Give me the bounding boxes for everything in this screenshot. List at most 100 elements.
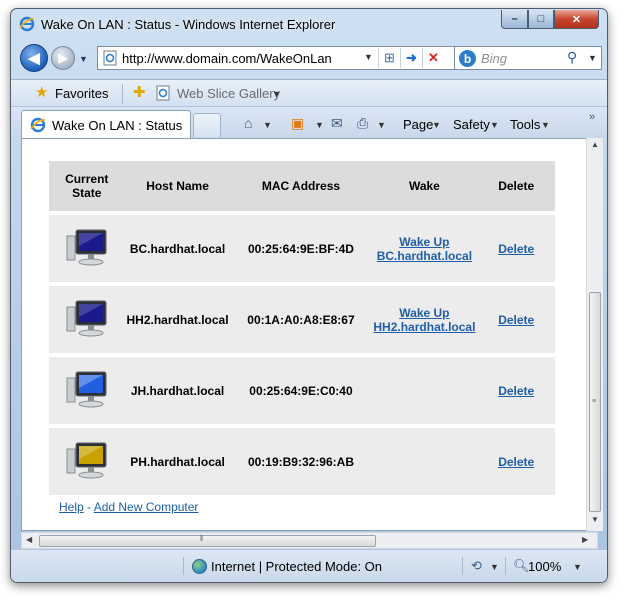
minimize-button[interactable]: – <box>501 10 528 29</box>
page-content: Current State Host Name MAC Address Wake… <box>21 138 598 531</box>
col-delete: Delete <box>477 161 555 211</box>
divider <box>462 557 463 575</box>
vertical-scroll-thumb[interactable]: ≡ <box>589 292 601 512</box>
address-history-dropdown-icon[interactable]: ▼ <box>364 52 373 62</box>
table-row: BC.hardhat.local 00:25:64:9E:BF:4D Wake … <box>49 215 555 282</box>
favorites-star-icon[interactable]: ★ <box>35 85 51 101</box>
horizontal-scrollbar[interactable]: ◀ ⦀ ▶ <box>21 532 598 549</box>
zoom-dropdown-icon[interactable]: ▼ <box>573 562 582 572</box>
internet-zone-globe-icon <box>192 559 207 574</box>
search-icon[interactable]: ⚲ <box>567 49 577 66</box>
address-url[interactable]: http://www.domain.com/WakeOnLan <box>122 51 332 66</box>
footer-separator: - <box>87 500 92 514</box>
wake-up-label[interactable]: Wake Up <box>399 235 449 249</box>
bing-logo-icon: b <box>459 50 476 67</box>
footer-links: Help - Add New Computer <box>59 500 198 514</box>
address-bar[interactable]: http://www.domain.com/WakeOnLan ▼ ⊞ ➜ ✕ <box>97 46 455 70</box>
feeds-dropdown-icon[interactable]: ▼ <box>315 120 324 130</box>
delete-link[interactable]: Delete <box>498 455 534 469</box>
horizontal-scroll-thumb[interactable]: ⦀ <box>39 534 376 547</box>
favorites-button[interactable]: Favorites <box>55 86 108 101</box>
delete-link[interactable]: Delete <box>498 313 534 327</box>
go-arrow-icon[interactable]: ➜ <box>400 48 422 68</box>
ie-page-icon <box>156 85 170 101</box>
grip-icon: ⦀ <box>200 534 204 543</box>
host-name-cell: BC.hardhat.local <box>124 215 231 282</box>
safety-menu-dropdown-icon[interactable]: ▼ <box>490 120 499 130</box>
state-cell <box>49 286 125 353</box>
pop-up-dropdown-icon[interactable]: ▼ <box>490 562 499 572</box>
mac-address-cell: 00:19:B9:32:96:AB <box>230 428 372 495</box>
security-zone-status[interactable]: Internet | Protected Mode: On <box>211 559 382 574</box>
window-title: Wake On LAN : Status - Windows Internet … <box>41 17 336 32</box>
page-menu-dropdown-icon[interactable]: ▼ <box>432 120 441 130</box>
page-menu[interactable]: Page <box>403 117 433 132</box>
host-name-cell: JH.hardhat.local <box>124 357 231 424</box>
tab-wake-on-lan[interactable]: Wake On LAN : Status <box>21 110 191 138</box>
recent-pages-dropdown-icon[interactable]: ▼ <box>79 54 88 64</box>
tools-menu-dropdown-icon[interactable]: ▼ <box>541 120 550 130</box>
feeds-icon[interactable]: ▣ <box>291 115 304 132</box>
wake-up-link[interactable]: Wake Up HH2.hardhat.local <box>373 306 475 334</box>
divider <box>505 557 506 575</box>
scroll-right-arrow-icon[interactable]: ▶ <box>582 535 588 544</box>
delete-link[interactable]: Delete <box>498 384 534 398</box>
print-dropdown-icon[interactable]: ▼ <box>377 120 386 130</box>
help-link[interactable]: Help <box>59 500 84 514</box>
divider <box>122 84 123 104</box>
print-icon[interactable]: ⎙ <box>357 115 368 132</box>
delete-link[interactable]: Delete <box>498 242 534 256</box>
mac-address-cell: 00:25:64:9E:C0:40 <box>230 357 372 424</box>
wake-up-host[interactable]: BC.hardhat.local <box>377 249 472 263</box>
search-placeholder[interactable]: Bing <box>481 51 507 66</box>
search-options-dropdown-icon[interactable]: ▼ <box>588 53 597 63</box>
back-button[interactable]: ◀ <box>20 44 48 72</box>
delete-cell: Delete <box>477 215 555 282</box>
scroll-left-arrow-icon[interactable]: ◀ <box>26 535 32 544</box>
add-new-computer-link[interactable]: Add New Computer <box>94 500 199 514</box>
table-row: HH2.hardhat.local 00:1A:A0:A8:E8:67 Wake… <box>49 286 555 353</box>
favorites-bar: ★ Favorites ✚ Web Slice Gallery ▼ <box>11 79 607 107</box>
divider <box>183 557 184 575</box>
web-slice-dropdown-icon[interactable]: ▼ <box>272 89 281 99</box>
host-name-cell: HH2.hardhat.local <box>124 286 231 353</box>
wake-up-label[interactable]: Wake Up <box>399 306 449 320</box>
navigation-bar: ◀ ▶ ▼ http://www.domain.com/WakeOnLan ▼ … <box>11 42 607 76</box>
close-button[interactable]: ✕ <box>554 10 599 29</box>
mail-icon[interactable]: ✉ <box>331 115 343 132</box>
safety-menu[interactable]: Safety <box>453 117 490 132</box>
table-header-row: Current State Host Name MAC Address Wake… <box>49 161 555 211</box>
vertical-scrollbar[interactable]: ▲ ≡ ▼ <box>586 138 603 531</box>
status-bar: Internet | Protected Mode: On ⟲ ▼ 🔍︎ 100… <box>11 550 607 582</box>
delete-cell: Delete <box>477 286 555 353</box>
col-current-state: Current State <box>49 161 125 211</box>
state-cell <box>49 215 125 282</box>
new-tab-button[interactable] <box>193 113 221 137</box>
compatibility-view-icon[interactable]: ⊞ <box>378 48 400 68</box>
browser-window: Wake On LAN : Status - Windows Internet … <box>10 8 608 583</box>
zoom-level[interactable]: 100% <box>528 559 561 574</box>
home-dropdown-icon[interactable]: ▼ <box>263 120 272 130</box>
maximize-button[interactable]: □ <box>528 10 554 29</box>
title-bar[interactable]: Wake On LAN : Status - Windows Internet … <box>11 9 607 39</box>
more-commands-chevron-icon[interactable]: » <box>589 111 595 123</box>
forward-button[interactable]: ▶ <box>51 46 75 70</box>
web-slice-gallery-link[interactable]: Web Slice Gallery <box>177 86 280 101</box>
scroll-down-arrow-icon[interactable]: ▼ <box>587 515 603 529</box>
table-row: PH.hardhat.local 00:19:B9:32:96:AB Delet… <box>49 428 555 495</box>
col-mac-address: MAC Address <box>230 161 372 211</box>
pop-up-blocker-icon[interactable]: ⟲ <box>471 558 482 574</box>
wake-cell: Wake Up HH2.hardhat.local <box>371 286 478 353</box>
home-icon[interactable]: ⌂ <box>244 115 252 131</box>
search-box[interactable]: b Bing ⚲ ▼ <box>454 46 602 70</box>
tools-menu[interactable]: Tools <box>510 117 540 132</box>
mac-address-cell: 00:25:64:9E:BF:4D <box>230 215 372 282</box>
computer-icon <box>66 371 107 408</box>
wake-up-link[interactable]: Wake Up BC.hardhat.local <box>377 235 472 263</box>
stop-icon[interactable]: ✕ <box>422 48 444 68</box>
add-to-favorites-bar-icon[interactable]: ✚ <box>133 85 146 101</box>
state-cell <box>49 428 125 495</box>
wake-up-host[interactable]: HH2.hardhat.local <box>373 320 475 334</box>
scroll-up-arrow-icon[interactable]: ▲ <box>587 140 603 154</box>
delete-cell: Delete <box>477 357 555 424</box>
